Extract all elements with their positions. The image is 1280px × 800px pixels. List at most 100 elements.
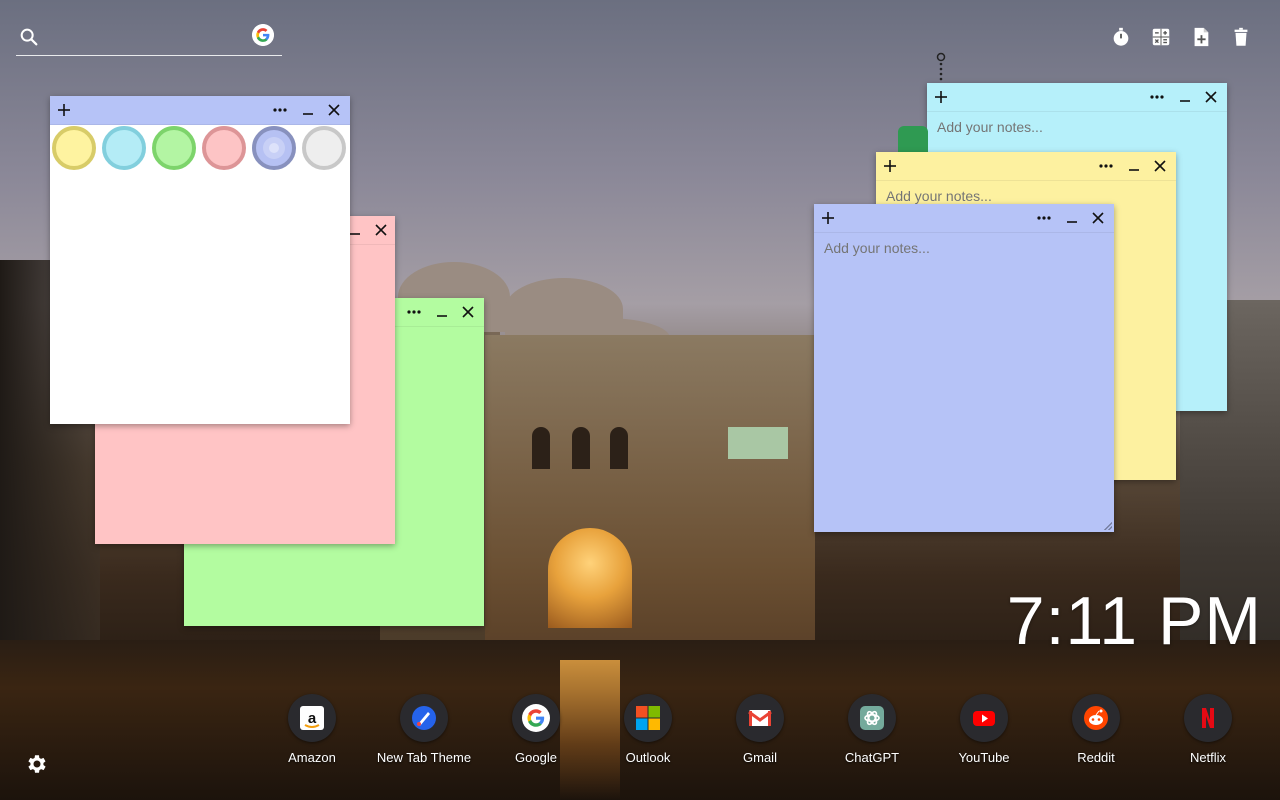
more-icon: [1037, 216, 1051, 220]
calculator-icon: [1152, 28, 1170, 46]
note-header[interactable]: [927, 83, 1227, 112]
color-swatch[interactable]: [252, 126, 296, 170]
note-tab-green: [898, 126, 928, 152]
note-close-button[interactable]: [369, 216, 393, 244]
pin-icon: [936, 52, 946, 81]
more-icon: [273, 108, 287, 112]
sticky-note-blue[interactable]: [814, 204, 1114, 532]
shortcut-label: Amazon: [288, 750, 336, 765]
color-picker: [50, 124, 350, 174]
shortcut-dock: a Amazon New Tab Theme Google Outlook Gmail Ch…: [0, 694, 1280, 784]
background-window: [572, 427, 590, 469]
new-note-button[interactable]: [1188, 24, 1214, 50]
shortcut-outlook[interactable]: Outlook: [598, 694, 698, 765]
shortcut-label: New Tab Theme: [376, 750, 472, 765]
google-search-icon[interactable]: [252, 24, 274, 46]
shortcut-youtube[interactable]: YouTube: [934, 694, 1034, 765]
shortcut-amazon[interactable]: a Amazon: [262, 694, 362, 765]
close-icon: [375, 224, 387, 236]
more-icon: [1150, 95, 1164, 99]
shortcut-label: YouTube: [958, 750, 1010, 765]
new-tab-page: 7:11 PM a Amazon New Tab Theme Google Outloo…: [0, 0, 1280, 800]
youtube-icon: [960, 694, 1008, 742]
sticky-note-color-picker[interactable]: [50, 96, 350, 424]
new-note-icon: [1194, 27, 1209, 47]
shortcut-label: Outlook: [625, 750, 671, 765]
resize-handle[interactable]: [1104, 522, 1112, 530]
shortcut-label: Gmail: [743, 750, 777, 765]
clock: 7:11 PM: [1006, 583, 1262, 659]
shortcut-google[interactable]: Google: [486, 694, 586, 765]
shortcut-new-tab-theme[interactable]: New Tab Theme: [374, 694, 474, 765]
close-icon: [462, 306, 474, 318]
amazon-icon: a: [288, 694, 336, 742]
note-add-button[interactable]: [878, 152, 902, 180]
search-icon[interactable]: [18, 26, 40, 48]
shortcut-netflix[interactable]: Netflix: [1158, 694, 1258, 765]
note-text-input[interactable]: [937, 119, 1217, 135]
note-close-button[interactable]: [456, 298, 480, 326]
color-swatch[interactable]: [302, 126, 346, 170]
plus-icon: [58, 104, 70, 116]
note-add-button[interactable]: [52, 96, 76, 124]
note-menu-button[interactable]: [1145, 83, 1169, 111]
color-swatch[interactable]: [102, 126, 146, 170]
background-building: [485, 335, 815, 650]
settings-gear-icon[interactable]: [24, 752, 48, 776]
note-minimize-button[interactable]: [430, 298, 454, 326]
shortcut-label: Reddit: [1077, 750, 1115, 765]
svg-text:a: a: [308, 710, 317, 727]
reddit-icon: [1072, 694, 1120, 742]
close-icon: [1154, 160, 1166, 172]
background-lit-window: [728, 427, 788, 459]
delete-all-button[interactable]: [1228, 24, 1254, 50]
background-arch: [548, 528, 632, 628]
search-bar: [16, 20, 282, 56]
more-icon: [407, 310, 421, 314]
plus-icon: [822, 212, 834, 224]
note-minimize-button[interactable]: [1060, 204, 1084, 232]
note-text-input[interactable]: [824, 240, 1104, 256]
plus-icon: [884, 160, 896, 172]
shortcut-label: Netflix: [1189, 750, 1227, 765]
color-swatch[interactable]: [52, 126, 96, 170]
minimize-icon: [1067, 221, 1077, 223]
stopwatch-button[interactable]: [1108, 24, 1134, 50]
shortcut-gmail[interactable]: Gmail: [710, 694, 810, 765]
note-minimize-button[interactable]: [1173, 83, 1197, 111]
note-close-button[interactable]: [1148, 152, 1172, 180]
background-window: [610, 427, 628, 469]
minimize-icon: [1129, 169, 1139, 171]
note-text-input[interactable]: [886, 188, 1166, 204]
note-minimize-button[interactable]: [296, 96, 320, 124]
note-menu-button[interactable]: [1032, 204, 1056, 232]
note-close-button[interactable]: [1199, 83, 1223, 111]
note-header[interactable]: [876, 152, 1176, 181]
gmail-icon: [736, 694, 784, 742]
minimize-icon: [350, 233, 360, 235]
shortcut-reddit[interactable]: Reddit: [1046, 694, 1146, 765]
note-menu-button[interactable]: [402, 298, 426, 326]
calculator-button[interactable]: [1148, 24, 1174, 50]
note-close-button[interactable]: [322, 96, 346, 124]
note-header[interactable]: [814, 204, 1114, 233]
minimize-icon: [437, 315, 447, 317]
note-add-button[interactable]: [929, 83, 953, 111]
close-icon: [1205, 91, 1217, 103]
note-minimize-button[interactable]: [1122, 152, 1146, 180]
background-window: [532, 427, 550, 469]
note-header[interactable]: [50, 96, 350, 125]
chatgpt-icon: [848, 694, 896, 742]
netflix-icon: [1184, 694, 1232, 742]
shortcut-chatgpt[interactable]: ChatGPT: [822, 694, 922, 765]
note-menu-button[interactable]: [1094, 152, 1118, 180]
color-swatch[interactable]: [202, 126, 246, 170]
stopwatch-icon: [1113, 27, 1129, 46]
more-icon: [1099, 164, 1113, 168]
note-menu-button[interactable]: [268, 96, 292, 124]
search-input[interactable]: [50, 24, 250, 52]
minimize-icon: [303, 113, 313, 115]
note-close-button[interactable]: [1086, 204, 1110, 232]
note-add-button[interactable]: [816, 204, 840, 232]
color-swatch[interactable]: [152, 126, 196, 170]
